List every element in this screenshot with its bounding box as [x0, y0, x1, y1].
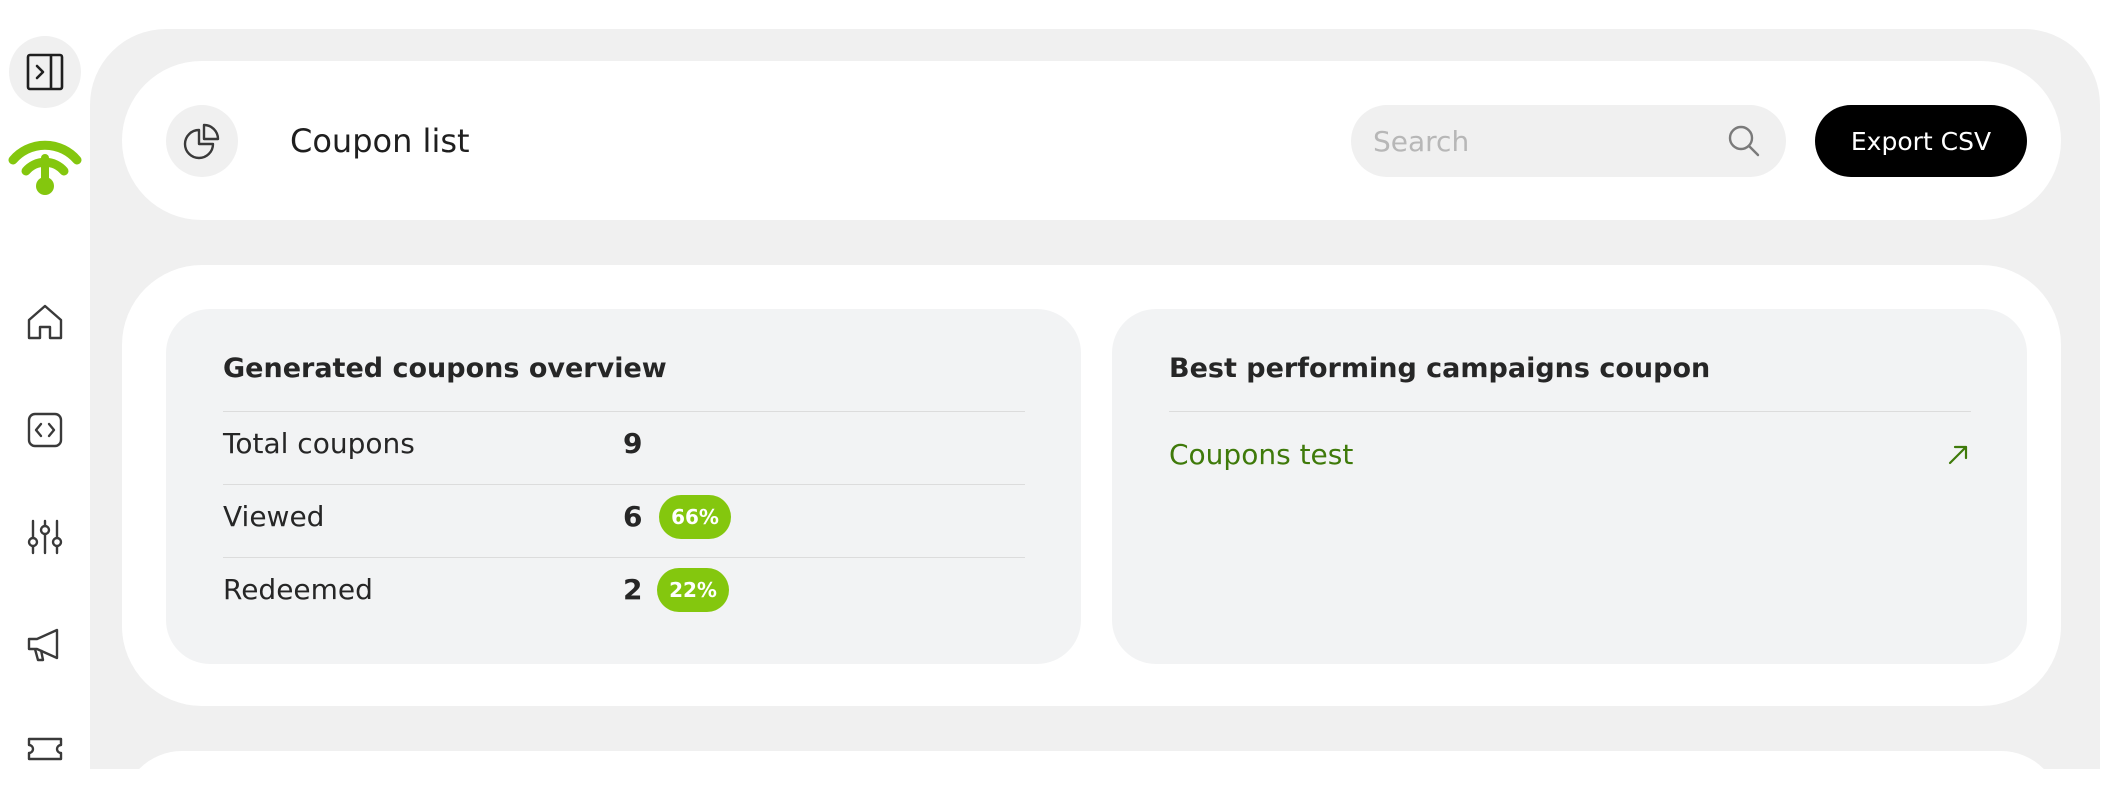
header-icon-badge: [166, 105, 238, 177]
sliders-icon: [27, 519, 63, 555]
best-campaigns-title: Best performing campaigns coupon: [1169, 353, 1711, 384]
campaign-link[interactable]: Coupons test: [1169, 435, 1353, 475]
export-csv-button[interactable]: Export CSV: [1815, 105, 2027, 177]
sidebar-item-settings[interactable]: [18, 510, 72, 564]
home-icon: [27, 304, 63, 340]
code-icon: [27, 412, 63, 448]
pie-chart-icon: [183, 123, 220, 160]
sidebar: [0, 0, 90, 761]
best-campaigns-card: Best performing campaigns coupon Coupons…: [1112, 309, 2027, 664]
arrow-up-right-icon[interactable]: [1946, 443, 1970, 467]
stat-label-total: Total coupons: [223, 427, 415, 460]
page-title: Coupon list: [290, 122, 470, 160]
redeemed-percent-badge: 22%: [657, 568, 729, 612]
sidebar-item-code[interactable]: [18, 403, 72, 457]
main-canvas: Coupon list Export CSV Generated coupons…: [90, 29, 2100, 811]
stat-label-redeemed: Redeemed: [223, 573, 373, 606]
search-box[interactable]: [1351, 105, 1786, 177]
sidebar-toggle-icon: [26, 53, 64, 91]
divider: [1169, 411, 1971, 412]
stat-value-viewed: 6: [623, 500, 643, 533]
divider: [223, 484, 1025, 485]
megaphone-icon: [27, 628, 59, 662]
stats-section: Generated coupons overview Total coupons…: [122, 265, 2061, 706]
overview-title: Generated coupons overview: [223, 353, 667, 384]
stat-label-viewed: Viewed: [223, 500, 325, 533]
sidebar-item-campaigns[interactable]: [18, 617, 72, 671]
page-header: Coupon list Export CSV: [122, 61, 2061, 220]
search-icon[interactable]: [1726, 123, 1762, 159]
sidebar-toggle-button[interactable]: [9, 36, 81, 108]
next-section: [122, 751, 2061, 811]
sidebar-item-home[interactable]: [18, 295, 72, 349]
coupons-overview-card: Generated coupons overview Total coupons…: [166, 309, 1081, 664]
ticket-icon: [27, 737, 63, 761]
stat-value-total: 9: [623, 427, 643, 460]
divider: [223, 411, 1025, 412]
search-input[interactable]: [1373, 105, 1713, 177]
wifi-logo-icon: [8, 140, 82, 195]
sidebar-item-coupons[interactable]: [18, 722, 72, 776]
viewed-percent-badge: 66%: [659, 495, 731, 539]
stat-value-redeemed: 2: [623, 573, 643, 606]
divider: [223, 557, 1025, 558]
